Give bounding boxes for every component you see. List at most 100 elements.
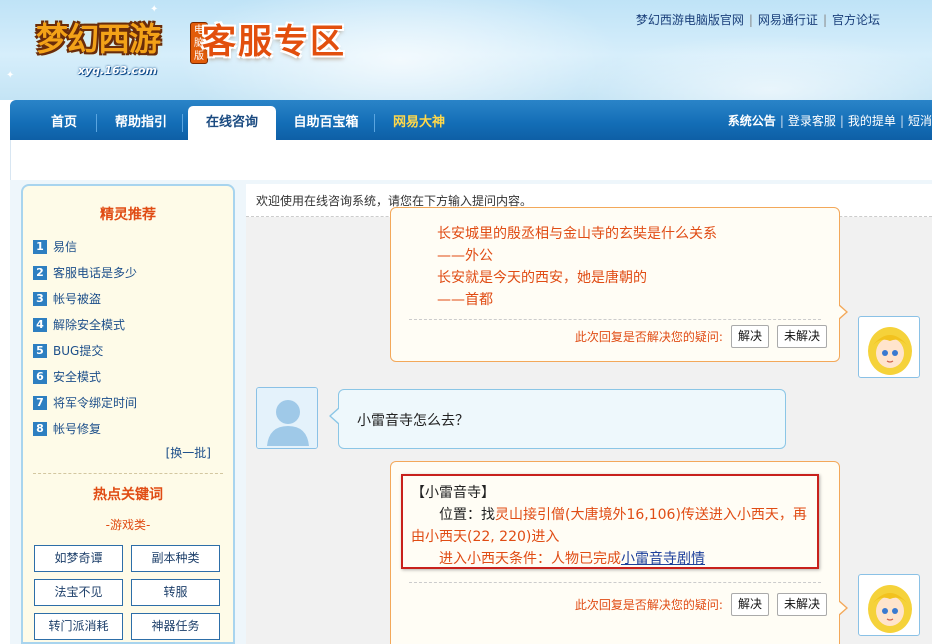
list-item-label: BUG提交 (53, 344, 104, 358)
fairy-avatar-icon (868, 327, 912, 377)
bubble-tail (838, 305, 846, 319)
bubble-tail (331, 408, 340, 424)
tab-help[interactable]: 帮助指引 (108, 110, 174, 136)
keyword-button[interactable]: 如梦奇谭 (34, 545, 123, 572)
list-item-label: 帐号被盗 (53, 292, 102, 306)
list-number: 8 (33, 422, 47, 436)
list-number: 6 (33, 370, 47, 384)
bot-avatar (858, 316, 920, 378)
tab-home[interactable]: 首页 (38, 110, 90, 136)
list-item-label: 帐号修复 (53, 422, 102, 436)
list-number: 5 (33, 344, 47, 358)
list-number: 3 (33, 292, 47, 306)
hot-keywords-title: 热点关键词 (93, 487, 163, 503)
resolve-feedback: 此次回复是否解决您的疑问: 解决 未解决 (575, 325, 827, 348)
list-number: 1 (33, 240, 47, 254)
tab-online-consult[interactable]: 在线咨询 (188, 106, 276, 140)
keyword-button[interactable]: 法宝不见 (34, 579, 123, 606)
game-logo[interactable]: 梦幻西游 电脑版 xyq.163.com (18, 8, 208, 77)
resolve-prompt: 此次回复是否解决您的疑问: (574, 598, 723, 612)
answer-line: ——外公 (437, 248, 493, 264)
link-official-site[interactable]: 梦幻西游电脑版官网 (636, 13, 744, 27)
bot-message: 【小雷音寺】 位置：找灵山接引僧(大唐境外16,106)传送进入小西天，再由小西… (390, 461, 848, 644)
bubble-tail (838, 601, 846, 615)
nav-divider (96, 114, 97, 132)
user-question: 小雷音寺怎么去？ (357, 413, 469, 429)
resolve-feedback: 此次回复是否解决您的疑问: 解决 未解决 (575, 593, 827, 616)
divider: | (779, 114, 784, 128)
sparkle-icon: ✦ (6, 70, 15, 81)
keyword-button[interactable]: 副本种类 (131, 545, 220, 572)
site-header: ✦ ✦ 梦幻西游 电脑版 xyq.163.com 客服专区 梦幻西游电脑版官网 |… (0, 0, 932, 100)
list-item[interactable]: 5 BUG提交 (33, 338, 233, 364)
divider: | (839, 114, 844, 128)
list-item-label: 解除安全模式 (53, 318, 126, 332)
answer-line: 长安城里的殷丞相与金山寺的玄奘是什么关系 (437, 226, 717, 242)
tab-netease-dashen[interactable]: 网易大神 (384, 110, 454, 136)
user-avatar (256, 387, 318, 449)
link-my-tickets[interactable]: 我的提单 (848, 114, 896, 128)
chat-history[interactable]: 长安城里的殷丞相与金山寺的玄奘是什么关系 ——外公 长安就是今天的西安，她是唐朝… (246, 207, 932, 644)
unresolved-button[interactable]: 未解决 (776, 593, 827, 616)
condition-label: 进入小西天条件：人物已完成 (439, 551, 621, 567)
fairy-avatar-icon (868, 585, 912, 635)
top-links: 梦幻西游电脑版官网 | 网易通行证 | 官方论坛 (636, 11, 880, 28)
list-item-label: 易信 (53, 240, 78, 254)
divider (409, 582, 821, 583)
keyword-button[interactable]: 转服 (131, 579, 220, 606)
list-item[interactable]: 1 易信 (33, 234, 233, 260)
list-item[interactable]: 6 安全模式 (33, 364, 233, 390)
answer-condition: 进入小西天条件：人物已完成小雷音寺剧情 (439, 548, 705, 568)
tab-toolbox[interactable]: 自助百宝箱 (286, 110, 366, 136)
list-item[interactable]: 2 客服电话是多少 (33, 260, 233, 286)
divider (409, 319, 821, 320)
answer-highlight: 【小雷音寺】 位置：找灵山接引僧(大唐境外16,106)传送进入小西天，再由小西… (401, 474, 819, 569)
keyword-button[interactable]: 转门派消耗 (34, 613, 123, 640)
resolved-button[interactable]: 解决 (730, 325, 769, 348)
user-silhouette-icon (257, 388, 317, 448)
quest-link[interactable]: 小雷音寺剧情 (621, 551, 705, 567)
location-label: 位置：找 (439, 507, 495, 523)
resolve-prompt: 此次回复是否解决您的疑问: (574, 330, 723, 344)
bot-avatar (858, 574, 920, 636)
answer-line: 长安就是今天的西安，她是唐朝的 (437, 270, 647, 286)
list-number: 4 (33, 318, 47, 332)
keyword-button[interactable]: 神器任务 (131, 613, 220, 640)
nav-divider (374, 114, 375, 132)
divider (33, 473, 223, 474)
unresolved-button[interactable]: 未解决 (776, 325, 827, 348)
link-forum[interactable]: 官方论坛 (832, 13, 880, 27)
list-item[interactable]: 8 帐号修复 (33, 416, 233, 442)
logo-url: xyq.163.com (78, 64, 157, 77)
answer-line: ——首都 (437, 292, 493, 308)
answer-location: 位置：找灵山接引僧(大唐境外16,106)传送进入小西天，再由小西天(22, 2… (411, 504, 815, 548)
divider: | (899, 114, 904, 128)
list-item-label: 客服电话是多少 (53, 266, 138, 280)
logo-text: 梦幻西游 (36, 20, 161, 58)
divider: | (822, 13, 827, 27)
refresh-batch-link[interactable]: [换一批] (23, 444, 211, 461)
link-messages[interactable]: 短消 (908, 114, 932, 128)
main-nav: 首页 帮助指引 在线咨询 自助百宝箱 网易大神 系统公告 | 登录客服 | 我的提单 | 短… (10, 100, 932, 140)
sidebar: 精灵推荐 1 易信 2 客服电话是多少 3 帐号被盗 4 解除安全模式 5 BUG提交 6… (21, 184, 235, 644)
list-item[interactable]: 7 将军令绑定时间 (33, 390, 233, 416)
keyword-grid: 如梦奇谭 副本种类 法宝不见 转服 转门派消耗 神器任务 (34, 545, 233, 640)
divider: | (748, 13, 753, 27)
resolved-button[interactable]: 解决 (730, 593, 769, 616)
link-netease-passport[interactable]: 网易通行证 (758, 13, 818, 27)
list-item-label: 安全模式 (53, 370, 102, 384)
page-title: 客服专区 (202, 22, 346, 62)
link-login-service[interactable]: 登录客服 (788, 114, 836, 128)
sub-bar (10, 140, 932, 180)
recommend-list: 1 易信 2 客服电话是多少 3 帐号被盗 4 解除安全模式 5 BUG提交 6 安全模式 … (33, 234, 233, 442)
list-item[interactable]: 3 帐号被盗 (33, 286, 233, 312)
list-item-label: 将军令绑定时间 (53, 396, 138, 410)
list-item[interactable]: 4 解除安全模式 (33, 312, 233, 338)
bot-message: 长安城里的殷丞相与金山寺的玄奘是什么关系 ——外公 长安就是今天的西安，她是唐朝… (390, 207, 848, 362)
link-announcements[interactable]: 系统公告 (728, 114, 776, 128)
chat-panel: 欢迎使用在线咨询系统，请您在下方输入提问内容。 长安城里的殷丞相与金山寺的玄奘是… (246, 184, 932, 644)
nav-right-links: 系统公告 | 登录客服 | 我的提单 | 短消 (728, 112, 932, 129)
answer-title: 【小雷音寺】 (411, 485, 495, 501)
list-number: 2 (33, 266, 47, 280)
list-number: 7 (33, 396, 47, 410)
